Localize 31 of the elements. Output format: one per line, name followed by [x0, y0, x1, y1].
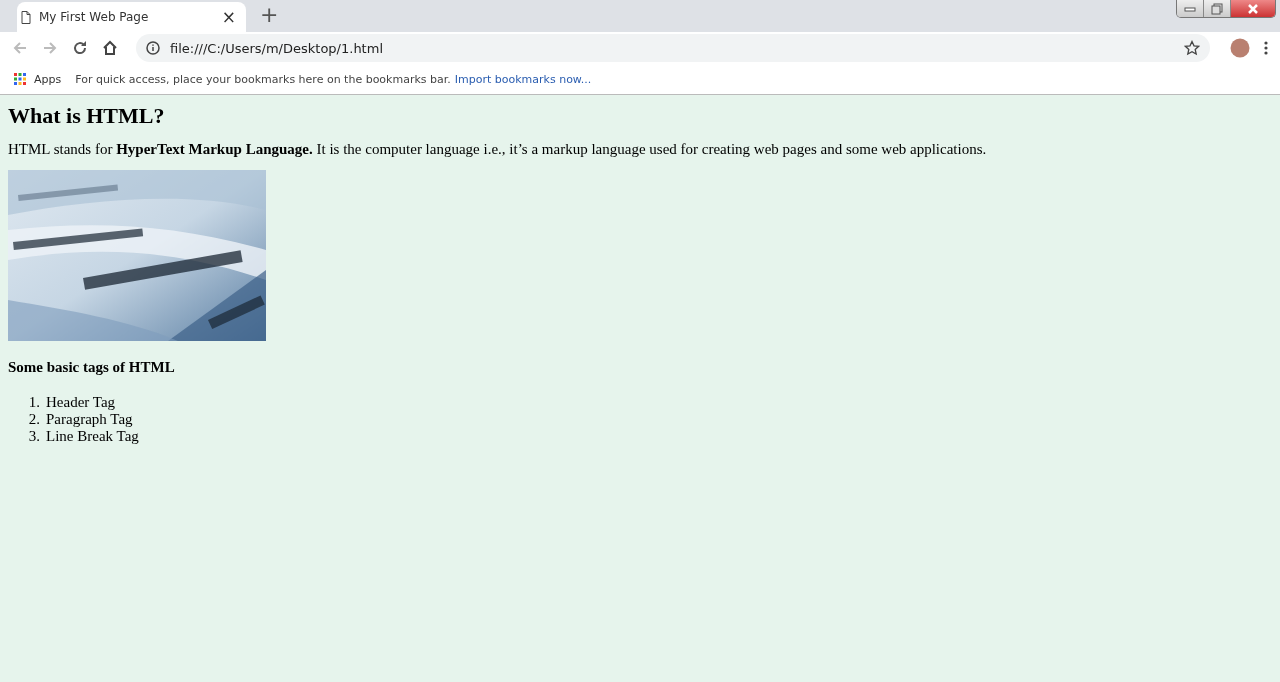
- info-icon: [146, 41, 160, 55]
- page-paragraph: HTML stands for HyperText Markup Language. It is the computer language i.e., it’s a markup language used for creating web pages and some web applications.: [8, 141, 988, 158]
- import-bookmarks-link[interactable]: Import bookmarks now...: [454, 72, 592, 86]
- browser-tab[interactable]: My First Web Page ×: [17, 2, 246, 32]
- menu-icon[interactable]: [1264, 41, 1268, 55]
- restore-icon: [1211, 2, 1223, 15]
- page-icon: [21, 10, 31, 24]
- bookmarks-hint: For quick access, place your bookmarks here on the bookmarks bar.: [75, 72, 451, 86]
- new-tab-button[interactable]: +: [260, 2, 279, 27]
- minimize-button[interactable]: [1177, 0, 1204, 17]
- list-number: 1.: [28, 394, 40, 411]
- close-tab-button[interactable]: ×: [221, 7, 236, 27]
- avatar-icon[interactable]: [1230, 38, 1250, 58]
- home-icon[interactable]: [102, 40, 118, 56]
- list-number: 2.: [28, 411, 40, 428]
- list-number: 3.: [28, 428, 40, 445]
- page-heading: What is HTML?: [8, 103, 166, 129]
- reload-icon[interactable]: [72, 40, 88, 56]
- close-window-button[interactable]: [1231, 0, 1275, 17]
- section-heading: Some basic tags of HTML: [8, 359, 176, 376]
- list-item: Line Break Tag: [46, 428, 139, 445]
- close-icon: [1247, 3, 1259, 14]
- apps-icon[interactable]: [14, 73, 26, 85]
- minimize-icon: [1184, 5, 1196, 12]
- address-bar[interactable]: file:///C:/Users/m/Desktop/1.html: [136, 34, 1210, 62]
- apps-link[interactable]: Apps: [34, 72, 62, 86]
- restore-button[interactable]: [1204, 0, 1231, 17]
- list-item: Paragraph Tag: [46, 411, 133, 428]
- star-icon[interactable]: [1184, 40, 1200, 56]
- list-item: Header Tag: [46, 394, 116, 411]
- tab-title: My First Web Page: [39, 10, 150, 24]
